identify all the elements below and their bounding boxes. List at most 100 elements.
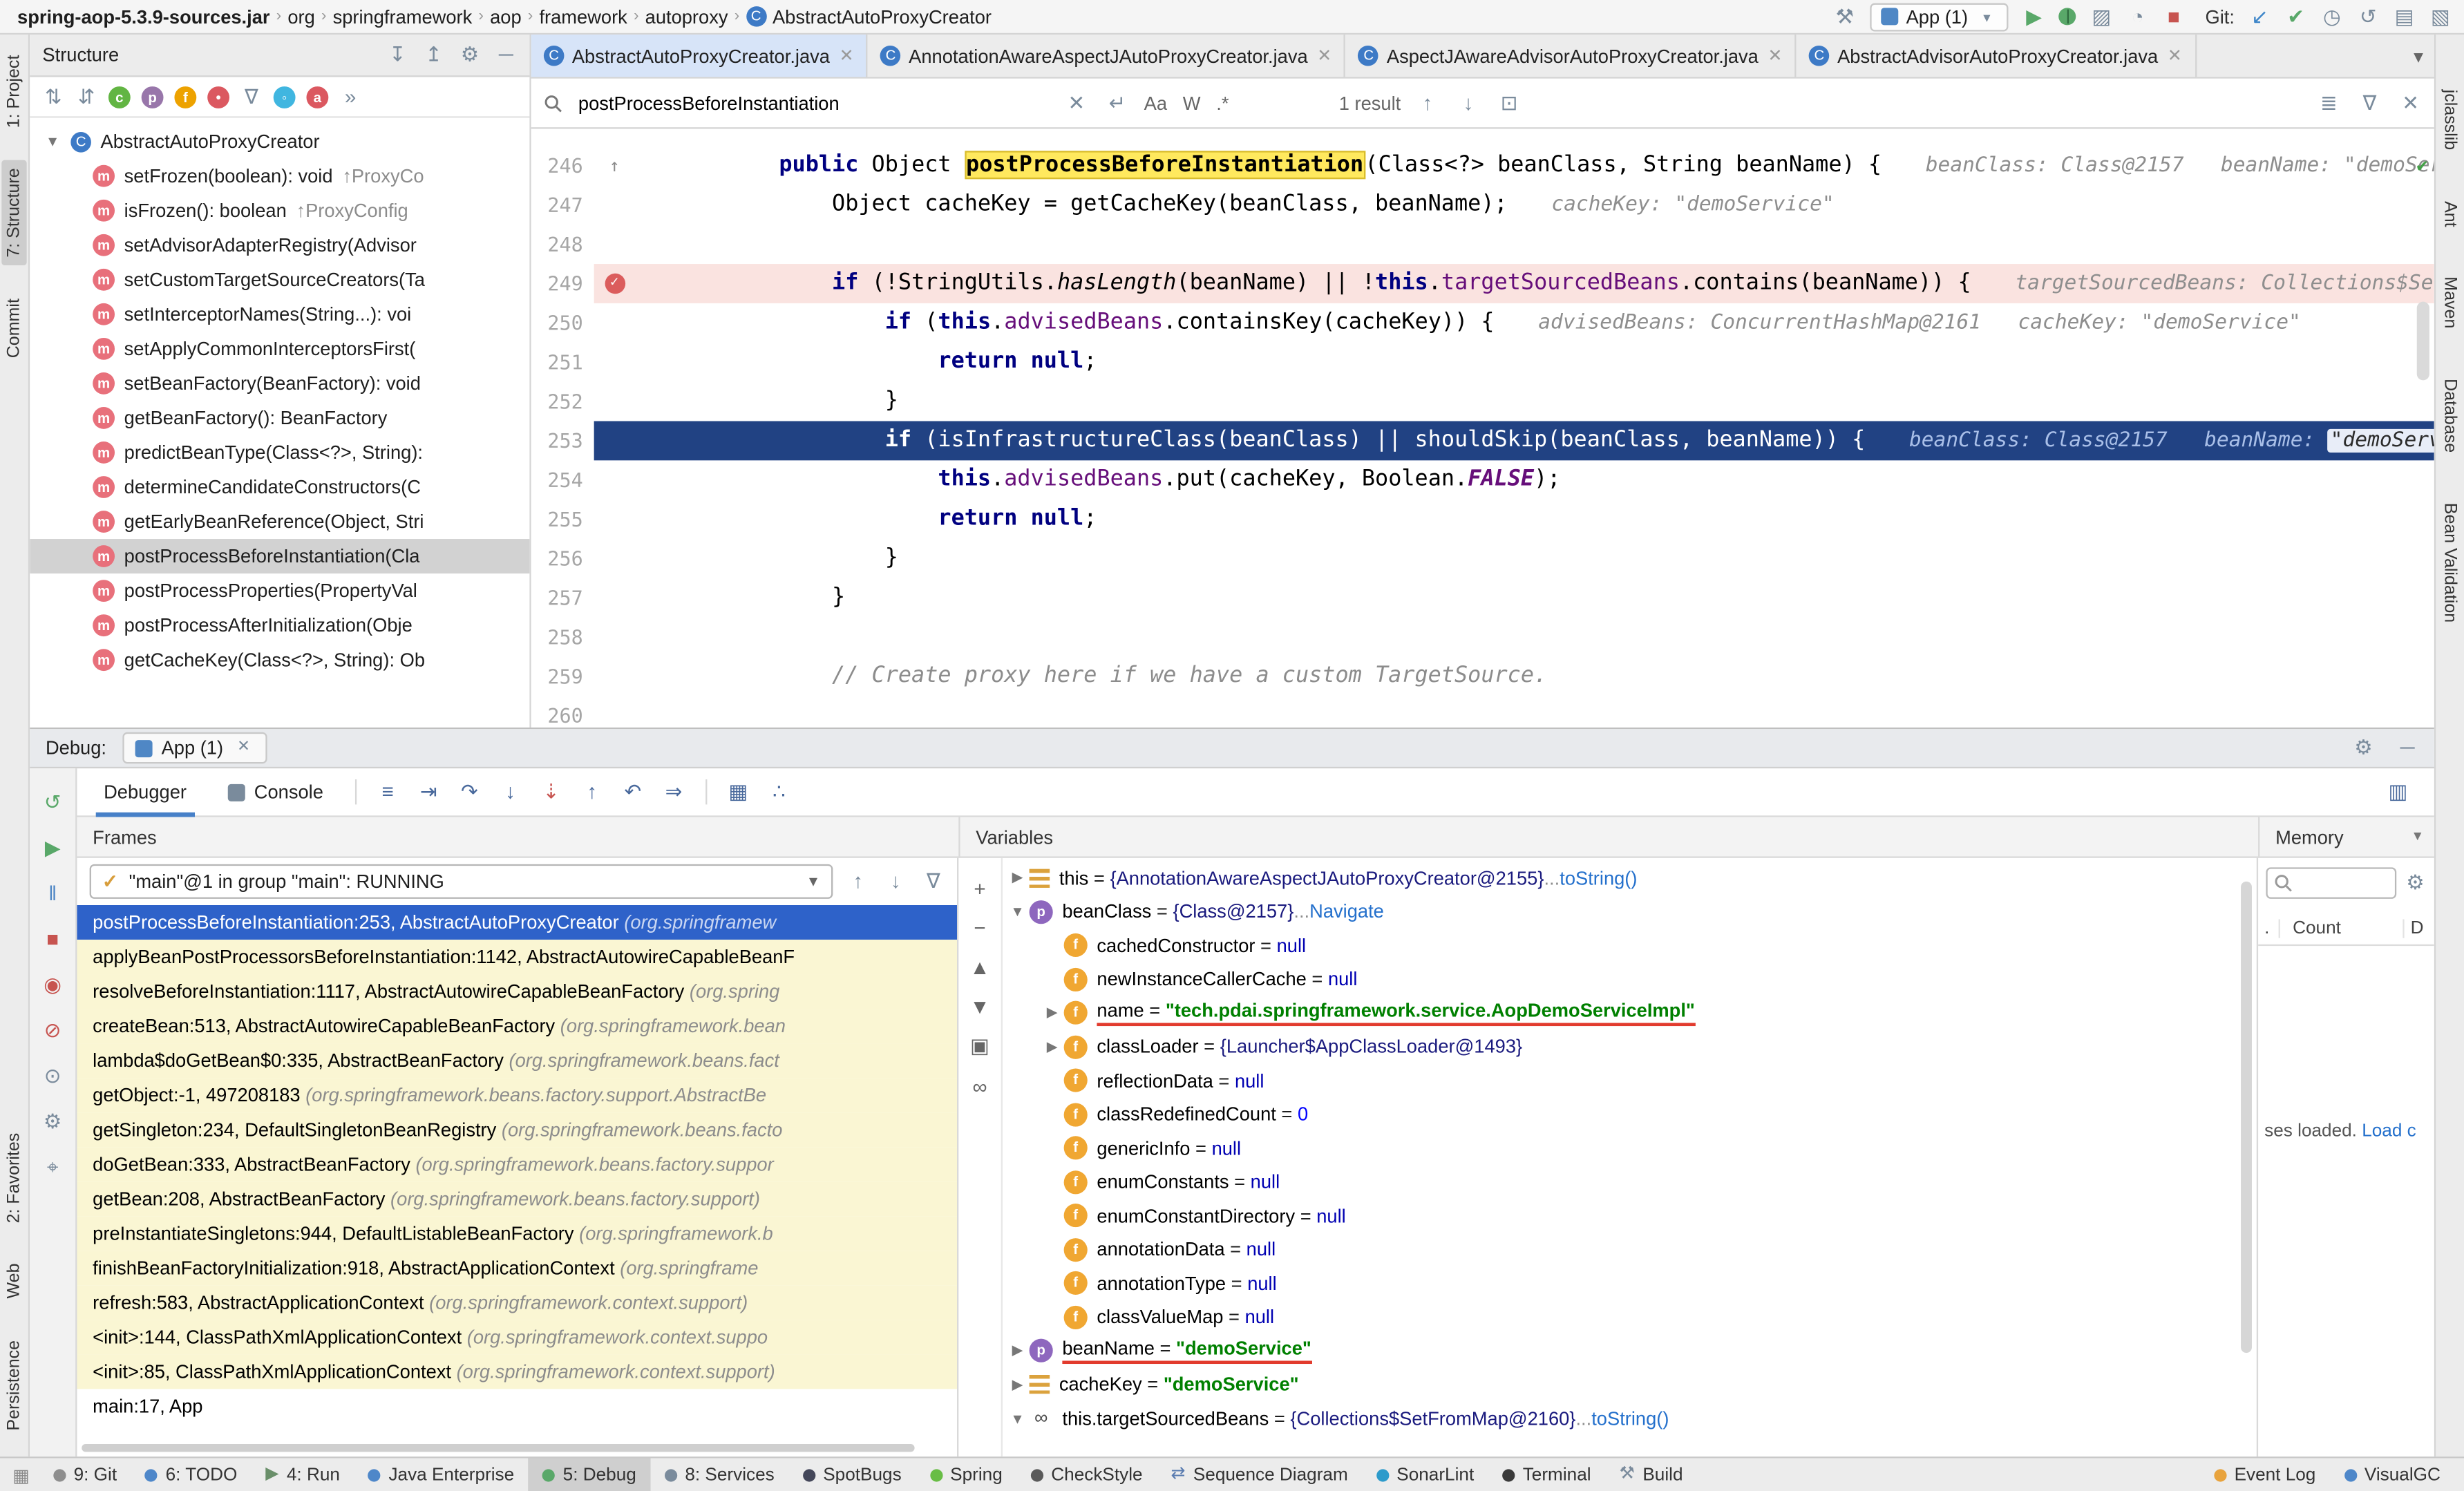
frames-filter-funnel-icon[interactable]: ∇ xyxy=(922,869,945,894)
variable-row[interactable]: f classRedefinedCount = 0 xyxy=(1003,1098,2238,1132)
variables-scrollbar[interactable] xyxy=(2241,881,2252,1354)
structure-method-item[interactable]: m setAdvisorAdapterRegistry(Advisor xyxy=(30,228,529,263)
more-chevron-icon[interactable]: » xyxy=(339,84,361,109)
sidebar-item-web[interactable]: Web xyxy=(1,1255,26,1307)
drop-frame-icon[interactable]: ↶ xyxy=(612,779,653,804)
breadcrumb-item[interactable]: springframework xyxy=(328,6,477,28)
memory-settings-gear-icon[interactable]: ⚙ xyxy=(2405,871,2427,895)
show-properties-toggle[interactable]: p xyxy=(141,85,164,108)
sort-by-visibility-icon[interactable]: ⇵ xyxy=(75,84,97,109)
show-anonymous-toggle[interactable]: ◦ xyxy=(273,85,296,108)
filter-funnel-icon[interactable]: ∇ xyxy=(240,84,263,109)
expander-icon[interactable]: ▶ xyxy=(1041,1005,1064,1022)
expander-icon[interactable]: ▼ xyxy=(1006,904,1030,920)
regex-toggle[interactable]: .* xyxy=(1216,92,1229,114)
history-clock-icon[interactable]: ◷ xyxy=(2321,4,2343,29)
sidebar-item-ant[interactable]: Ant xyxy=(2437,193,2462,234)
expander-icon[interactable]: ▶ xyxy=(1006,869,1030,886)
breadcrumb-item[interactable]: autoproxy xyxy=(641,6,733,28)
hide-panel-icon[interactable]: ─ xyxy=(495,42,517,67)
editor-tab[interactable]: C AbstractAdvisorAutoProxyCreator.java ✕ xyxy=(1797,35,2197,77)
memory-title-row[interactable]: Memory ▾ xyxy=(2258,816,2434,857)
memory-search-input[interactable] xyxy=(2266,867,2397,899)
pin-icon[interactable]: ⌖ xyxy=(41,1155,64,1180)
structure-method-item[interactable]: m getCacheKey(Class<?>, String): Ob xyxy=(30,643,529,677)
value-link[interactable]: toString() xyxy=(1591,1407,1669,1430)
frame-up-icon[interactable]: ↑ xyxy=(847,869,869,894)
structure-method-item[interactable]: m isFrozen(): boolean ↑ProxyConfig xyxy=(30,193,529,228)
structure-method-item[interactable]: m postProcessAfterInitialization(Obje xyxy=(30,608,529,643)
variable-row[interactable]: f annotationData = null xyxy=(1003,1233,2238,1266)
force-step-into-icon[interactable]: ⇣ xyxy=(531,779,571,804)
debug-tab-console[interactable]: Console xyxy=(207,768,344,817)
close-tab-icon[interactable]: ✕ xyxy=(1768,46,1783,66)
expander-icon[interactable]: ▶ xyxy=(1041,1038,1064,1056)
sidebar-item-database[interactable]: Database xyxy=(2437,371,2462,461)
stack-frame-row[interactable]: <init>:85, ClassPathXmlApplicationContex… xyxy=(77,1354,958,1389)
pause-icon[interactable]: ‖ xyxy=(41,882,64,906)
code-editor[interactable]: ✔ 246 ↑ public Object postProcessBeforeIn… xyxy=(531,129,2434,728)
structure-root[interactable]: ▼ C AbstractAutoProxyCreator xyxy=(30,124,529,159)
status-checkstyle[interactable]: CheckStyle xyxy=(1016,1458,1157,1491)
structure-method-item[interactable]: m setInterceptorNames(String...): voi xyxy=(30,297,529,332)
status-run[interactable]: ▶ 4: Run xyxy=(252,1458,354,1491)
mute-breakpoints-icon[interactable]: ⊘ xyxy=(41,1018,64,1043)
variable-row[interactable]: ▶ p beanName = "demoService" xyxy=(1003,1334,2238,1368)
status-build[interactable]: ⚒ Build xyxy=(1605,1458,1697,1491)
breadcrumb-item[interactable]: C AbstractAutoProxyCreator xyxy=(741,6,996,28)
status-debug[interactable]: 5: Debug xyxy=(528,1458,651,1491)
stack-frame-row[interactable]: applyBeanPostProcessorsBeforeInstantiati… xyxy=(77,939,958,975)
structure-method-item[interactable]: m setFrozen(boolean): void ↑ProxyCo xyxy=(30,159,529,193)
sidebar-item--structure[interactable]: 7: Structure xyxy=(1,161,27,267)
stop-button[interactable]: ■ xyxy=(2163,4,2185,29)
coverage-icon[interactable]: ▨ xyxy=(2090,4,2112,29)
memory-column-headers[interactable]: . Count D xyxy=(2258,911,2434,947)
variable-row[interactable]: ▶ this = {AnnotationAwareAspectJAutoProxy… xyxy=(1003,861,2238,895)
status-spring[interactable]: Spring xyxy=(916,1458,1016,1491)
expander-icon[interactable]: ▶ xyxy=(1006,1342,1030,1360)
run-button[interactable]: ▶ xyxy=(2023,4,2045,29)
memory-column-0[interactable]: . xyxy=(2258,918,2280,938)
stack-frame-row[interactable]: main:17, App xyxy=(77,1389,958,1424)
memory-column-1[interactable]: Count xyxy=(2280,918,2403,937)
override-marker-icon[interactable]: ↑ xyxy=(609,146,620,186)
sidebar-item-commit[interactable]: Commit xyxy=(1,291,26,366)
search-input[interactable]: postProcessBeforeInstantiation xyxy=(578,92,1050,114)
sidebar-item-jclasslib[interactable]: jclasslib xyxy=(2437,82,2462,158)
stack-frame-row[interactable]: <init>:144, ClassPathXmlApplicationConte… xyxy=(77,1320,958,1355)
status-visualgc[interactable]: VisualGC xyxy=(2330,1458,2455,1491)
structure-method-item[interactable]: m postProcessBeforeInstantiation(Cla xyxy=(30,539,530,574)
search-options-icon[interactable]: ≣ xyxy=(2318,91,2340,115)
duplicate-watch-icon[interactable]: ▣ xyxy=(970,1034,989,1058)
editor-tab[interactable]: C AspectJAwareAdvisorAutoProxyCreator.jav… xyxy=(1346,35,1797,77)
stack-frame-row[interactable]: getSingleton:234, DefaultSingletonBeanRe… xyxy=(77,1112,958,1148)
breakpoint-icon[interactable]: ✓ xyxy=(604,273,625,294)
stack-frame-row[interactable]: resolveBeforeInstantiation:1117, Abstrac… xyxy=(77,974,958,1009)
sidebar-item-persistence[interactable]: Persistence xyxy=(1,1331,26,1437)
words-toggle[interactable]: W xyxy=(1183,92,1201,114)
close-tab-icon[interactable]: ✕ xyxy=(1317,46,1331,66)
sidebar-item--favorites[interactable]: 2: Favorites xyxy=(1,1124,26,1230)
sort-alphabetically-icon[interactable]: ⇅ xyxy=(42,84,64,109)
window-layout-icon[interactable]: ▤ xyxy=(2394,4,2416,29)
stack-frame-row[interactable]: preInstantiateSingletons:944, DefaultLis… xyxy=(77,1216,958,1251)
search-filter-funnel-icon[interactable]: ∇ xyxy=(2359,91,2381,115)
expander-icon[interactable]: ▼ xyxy=(1006,1411,1030,1427)
trace-icon[interactable]: ∴ xyxy=(759,779,799,804)
expander-icon[interactable]: ▶ xyxy=(1006,1376,1030,1394)
variable-row[interactable]: f enumConstants = null xyxy=(1003,1165,2238,1199)
profiler-icon[interactable]: ◔ xyxy=(2127,4,2149,29)
structure-method-item[interactable]: m predictBeanType(Class<?>, String): xyxy=(30,435,529,470)
load-classes-link[interactable]: Load c xyxy=(2362,1122,2416,1141)
status-java-enterprise[interactable]: Java Enterprise xyxy=(354,1458,528,1491)
memory-chevron-icon[interactable]: ▾ xyxy=(2414,816,2421,857)
show-inherited-toggle[interactable]: c xyxy=(108,85,131,108)
debug-tab-debugger[interactable]: Debugger xyxy=(84,768,207,817)
debug-bug-button[interactable] xyxy=(2058,8,2077,26)
show-watches-icon[interactable]: ∞ xyxy=(972,1075,987,1099)
rollback-icon[interactable]: ↺ xyxy=(2357,4,2379,29)
status-sequence-diagram[interactable]: ⇄ Sequence Diagram xyxy=(1157,1458,1362,1491)
rerun-icon[interactable]: ↺ xyxy=(41,790,64,815)
remove-watch-icon[interactable]: − xyxy=(974,916,985,940)
stack-frame-row[interactable]: getBean:208, AbstractBeanFactory (org.sp… xyxy=(77,1181,958,1217)
